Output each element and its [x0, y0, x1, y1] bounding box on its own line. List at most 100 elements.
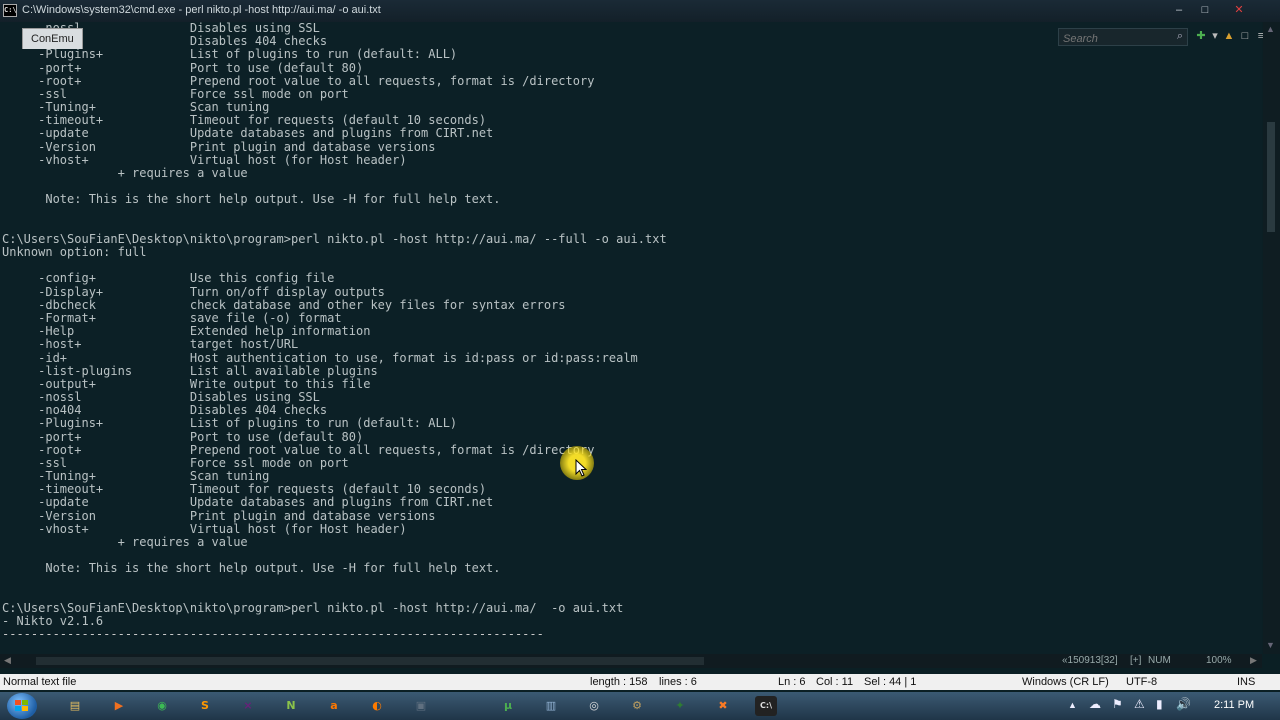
terminal-line: -Display+ Turn on/off display outputs	[2, 284, 385, 299]
scroll-left-icon[interactable]: ◀	[4, 655, 11, 666]
firefox-icon[interactable]: ◐	[366, 696, 388, 716]
terminal-line: -Plugins+ List of plugins to run (defaul…	[2, 416, 458, 431]
minimize-button[interactable]: –	[1170, 3, 1188, 17]
cmd-icon[interactable]: C:\	[3, 4, 17, 17]
utorrent-icon[interactable]: µ	[497, 696, 519, 716]
window-title-bar: C:\ C:\Windows\system32\cmd.exe - perl n…	[0, 0, 1280, 22]
terminal-line: -Version Print plugin and database versi…	[2, 139, 436, 154]
media-icon[interactable]: ▶	[108, 696, 130, 716]
warning-icon[interactable]: ⚠	[1134, 697, 1145, 711]
scroll-up-icon[interactable]: ▲	[1266, 24, 1275, 34]
document-lines: lines : 6	[659, 676, 697, 688]
terminal-line: + requires a value	[2, 165, 248, 180]
terminal-line: -vhost+ Virtual host (for Host header)	[2, 152, 407, 167]
pointer-icon	[575, 459, 587, 477]
cmd-icon[interactable]: C:\	[755, 696, 777, 716]
terminal-line: -Tuning+ Scan tuning	[2, 469, 270, 484]
terminal-line: -list-plugins List all available plugins	[2, 363, 378, 378]
cloud-icon[interactable]: ☁	[1089, 697, 1101, 711]
scroll-right-icon[interactable]: ▶	[1250, 655, 1257, 666]
chrome-icon[interactable]: ◉	[151, 696, 173, 716]
avast-icon[interactable]: a	[323, 696, 345, 716]
hscroll-thumb[interactable]	[36, 657, 704, 665]
terminal-line: -port+ Port to use (default 80)	[2, 429, 364, 444]
terminal-line: -dbcheck check database and other key fi…	[2, 297, 566, 312]
vertical-scrollbar[interactable]: ▲ ▼	[1263, 22, 1280, 654]
horizontal-scrollbar[interactable]: ◀ «150913[32] [+] NUM 100% ▶	[0, 654, 1262, 668]
close-button[interactable]: ✕	[1230, 3, 1248, 17]
terminal-line: -ssl Force ssl mode on port	[2, 86, 349, 101]
terminal-line: -Help Extended help information	[2, 324, 371, 339]
dropdown-icon[interactable]: ▾	[1208, 29, 1222, 43]
search-icon[interactable]: ⌕	[1177, 30, 1183, 43]
terminal-line: Note: This is the short help output. Use…	[2, 561, 501, 576]
sublime-icon[interactable]: S	[194, 696, 216, 716]
terminal-line: -ssl Force ssl mode on port	[2, 455, 349, 470]
tray-expand-icon[interactable]: ▲	[1068, 700, 1077, 710]
search-box[interactable]: ⌕	[1058, 28, 1188, 47]
cursor-line: Ln : 6	[778, 676, 806, 688]
window-mode-icon[interactable]: □	[1238, 29, 1252, 43]
cursor-column: Col : 11	[816, 676, 854, 688]
xampp-icon[interactable]: ✖	[712, 696, 734, 716]
terminal-output[interactable]: -nossl Disables using SSL -no404 Disable…	[0, 22, 1262, 654]
terminal-line: - Nikto v2.1.6	[2, 614, 104, 629]
maximize-button[interactable]: □	[1196, 3, 1214, 17]
folder-icon[interactable]: ▤	[64, 696, 86, 716]
insert-mode: INS	[1237, 676, 1256, 688]
line-ending[interactable]: Windows (CR LF)	[1022, 676, 1109, 688]
terminal-line: -vhost+ Virtual host (for Host header)	[2, 521, 407, 536]
action-center-icon[interactable]: ⚑	[1112, 697, 1123, 711]
terminal-line: ----------------------------------------…	[2, 627, 544, 642]
terminal-line: -timeout+ Timeout for requests (default …	[2, 482, 487, 497]
console-mode: [+]	[1130, 655, 1142, 666]
search-input[interactable]	[1059, 31, 1167, 47]
terminal-line: C:\Users\SouFianE\Desktop\nikto\program>…	[2, 231, 667, 246]
terminal-line: -id+ Host authentication to use, format …	[2, 350, 638, 365]
terminal-line: -root+ Prepend root value to all request…	[2, 442, 595, 457]
terminal-line: -update Update databases and plugins fro…	[2, 495, 494, 510]
terminal-line: -config+ Use this config file	[2, 271, 335, 286]
terminal-line: -port+ Port to use (default 80)	[2, 60, 364, 75]
terminal-line: Unknown option: full	[2, 245, 147, 260]
flag-icon[interactable]: ✦	[669, 696, 691, 716]
conemu-toolbar: ConEmu ⌕ ✚ ▾ ▲ □ ≡	[18, 28, 1264, 49]
mouse-cursor	[560, 446, 594, 480]
globe-icon[interactable]: ◎	[583, 696, 605, 716]
network-icon[interactable]: ▮	[1156, 697, 1163, 711]
visual-studio-icon[interactable]: ⨯	[237, 696, 259, 716]
scroll-down-icon[interactable]: ▼	[1266, 640, 1275, 650]
terminal-line: + requires a value	[2, 535, 248, 550]
terminal-line: -no404 Disables 404 checks	[2, 403, 328, 418]
terminal-line: -timeout+ Timeout for requests (default …	[2, 113, 487, 128]
selection-info: Sel : 44 | 1	[864, 676, 917, 688]
taskbar: ▤ ▶ ◉ S ⨯ Na ◐ ▣ µ ▥ ◎ ⚙ ✦ ✖ C:\ ▲ ☁ ⚑ ⚠ ▮ 🔊 2:11 PM	[0, 692, 1280, 720]
tab-conemu[interactable]: ConEmu	[22, 28, 83, 49]
lock-icon[interactable]: ▲	[1222, 29, 1236, 43]
document-length: length : 158	[590, 676, 648, 688]
terminal-line: -host+ target host/URL	[2, 337, 299, 352]
clock[interactable]: 2:11 PM	[1214, 699, 1254, 711]
terminal-line: -Format+ save file (-o) format	[2, 310, 342, 325]
zoom-level: 100%	[1206, 655, 1232, 666]
encoding[interactable]: UTF-8	[1126, 676, 1157, 688]
volume-icon[interactable]: 🔊	[1176, 697, 1191, 711]
windows-logo-icon	[15, 700, 29, 712]
file-type: Normal text file	[3, 676, 77, 688]
terminal-line: -root+ Prepend root value to all request…	[2, 73, 595, 88]
new-console-icon[interactable]: ✚	[1194, 29, 1208, 43]
scroll-thumb[interactable]	[1267, 122, 1275, 232]
terminal-line: -output+ Write output to this file	[2, 376, 371, 391]
notepad-icon[interactable]: N	[280, 696, 302, 716]
terminal-line: -nossl Disables using SSL	[2, 390, 320, 405]
document-icon[interactable]: ▥	[540, 696, 562, 716]
status-bar: Normal text file length : 158 lines : 6 …	[0, 674, 1280, 690]
console-icon[interactable]: ▣	[410, 696, 432, 716]
terminal-line: C:\Users\SouFianE\Desktop\nikto\program>…	[2, 600, 624, 615]
window-title: C:\Windows\system32\cmd.exe - perl nikto…	[22, 4, 381, 16]
start-button[interactable]	[7, 693, 37, 719]
tool-icon[interactable]: ⚙	[626, 696, 648, 716]
terminal-line: -Version Print plugin and database versi…	[2, 508, 436, 523]
terminal-line: Note: This is the short help output. Use…	[2, 192, 501, 207]
terminal-line: -Plugins+ List of plugins to run (defaul…	[2, 47, 458, 62]
